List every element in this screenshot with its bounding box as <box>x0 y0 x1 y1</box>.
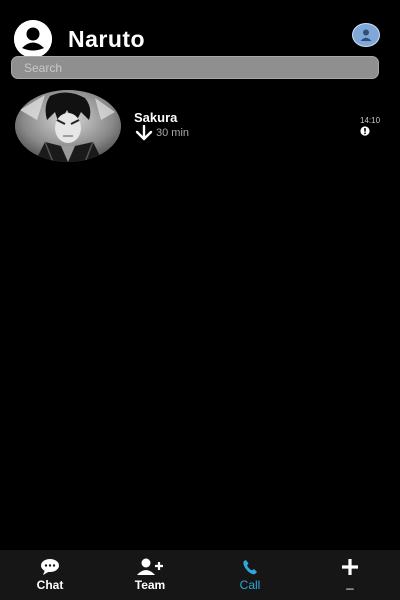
chat-bubble-icon <box>41 559 59 575</box>
nav-item-call[interactable]: Call <box>200 550 300 600</box>
page-title: Naruto <box>68 26 146 52</box>
add-user-icon <box>137 558 163 575</box>
call-time: 14:10 <box>360 116 381 125</box>
nav-label-team: Team <box>134 578 166 592</box>
user-circle-icon[interactable] <box>14 20 52 58</box>
search-input[interactable] <box>12 57 378 78</box>
nav-item-team[interactable]: Team <box>100 550 200 600</box>
contact-name: Sakura <box>134 110 178 125</box>
search-bar <box>11 56 379 79</box>
profile-icon[interactable] <box>352 23 380 47</box>
call-list-item[interactable]: Sakura 30 min 14:10 <box>0 88 400 164</box>
nav-label-add: _ <box>346 575 354 590</box>
phone-icon <box>243 560 257 575</box>
nav-item-chat[interactable]: Chat <box>0 550 100 600</box>
plus-icon <box>342 559 358 575</box>
nav-label-call: Call <box>239 578 261 592</box>
info-icon[interactable] <box>360 126 370 136</box>
bottom-nav: Chat Team Call _ <box>0 550 400 600</box>
call-duration: 30 min <box>156 127 190 139</box>
avatar <box>15 90 121 162</box>
incoming-arrow-icon <box>135 125 153 141</box>
nav-item-add[interactable]: _ <box>300 550 400 600</box>
app-header: Naruto <box>0 0 400 58</box>
nav-label-chat: Chat <box>36 578 64 592</box>
call-meta: 30 min <box>134 125 189 141</box>
